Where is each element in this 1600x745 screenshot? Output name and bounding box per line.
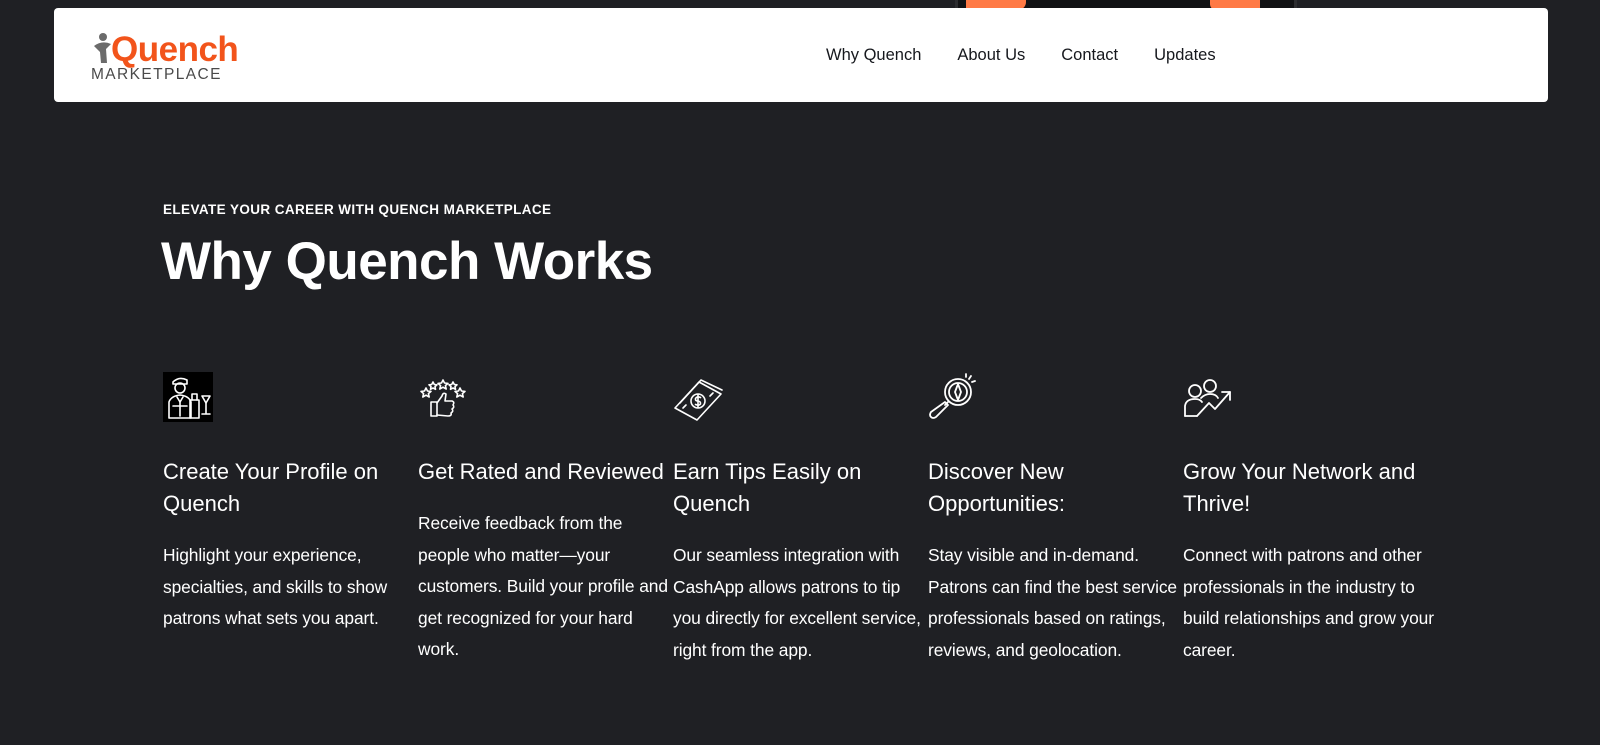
network-growth-icon bbox=[1184, 379, 1231, 417]
feature-card: Create Your Profile on Quench Highlight … bbox=[163, 372, 418, 666]
feature-title: Earn Tips Easily on Quench bbox=[673, 459, 862, 516]
feature-description: Our seamless integration with CashApp al… bbox=[673, 545, 921, 660]
feature-title: Get Rated and Reviewed bbox=[418, 459, 664, 484]
main-nav: Why Quench About Us Contact Updates bbox=[826, 8, 1216, 102]
feature-description: Connect with patrons and other professio… bbox=[1183, 545, 1434, 660]
feature-card: Discover New Opportunities: Stay visible… bbox=[928, 372, 1183, 666]
money-bill-icon bbox=[674, 379, 723, 421]
section-title: Why Quench Works bbox=[161, 232, 653, 291]
nav-item-about-us[interactable]: About Us bbox=[957, 46, 1025, 65]
nav-item-why-quench[interactable]: Why Quench bbox=[826, 46, 921, 65]
feature-card: Earn Tips Easily on Quench Our seamless … bbox=[673, 372, 928, 666]
section-eyebrow: ELEVATE YOUR CAREER WITH QUENCH MARKETPL… bbox=[163, 202, 552, 217]
feature-description: Highlight your experience, specialties, … bbox=[163, 545, 388, 628]
feature-card: Grow Your Network and Thrive! Connect wi… bbox=[1183, 372, 1438, 666]
feature-title: Grow Your Network and Thrive! bbox=[1183, 459, 1416, 516]
feature-description: Receive feedback from the people who mat… bbox=[418, 513, 668, 659]
nav-item-contact[interactable]: Contact bbox=[1061, 46, 1118, 65]
brand-logo[interactable]: Quench MARKETPLACE bbox=[91, 30, 241, 86]
brand-name: Quench bbox=[111, 30, 239, 69]
feature-list: Create Your Profile on Quench Highlight … bbox=[163, 372, 1438, 666]
magnifier-compass-icon bbox=[929, 373, 976, 419]
bartender-icon bbox=[163, 372, 213, 422]
why-quench-section: ELEVATE YOUR CAREER WITH QUENCH MARKETPL… bbox=[161, 200, 1463, 660]
feature-description: Stay visible and in-demand. Patrons can … bbox=[928, 545, 1178, 660]
feature-title: Discover New Opportunities: bbox=[928, 459, 1065, 516]
brand-subtitle: MARKETPLACE bbox=[91, 66, 222, 83]
nav-item-updates[interactable]: Updates bbox=[1154, 46, 1215, 65]
navbar: Quench MARKETPLACE Why Quench About Us C… bbox=[54, 8, 1548, 102]
feature-card: Get Rated and Reviewed Receive feedback … bbox=[418, 372, 673, 666]
feature-title: Create Your Profile on Quench bbox=[163, 459, 379, 516]
thumbs-up-stars-icon bbox=[420, 379, 466, 417]
